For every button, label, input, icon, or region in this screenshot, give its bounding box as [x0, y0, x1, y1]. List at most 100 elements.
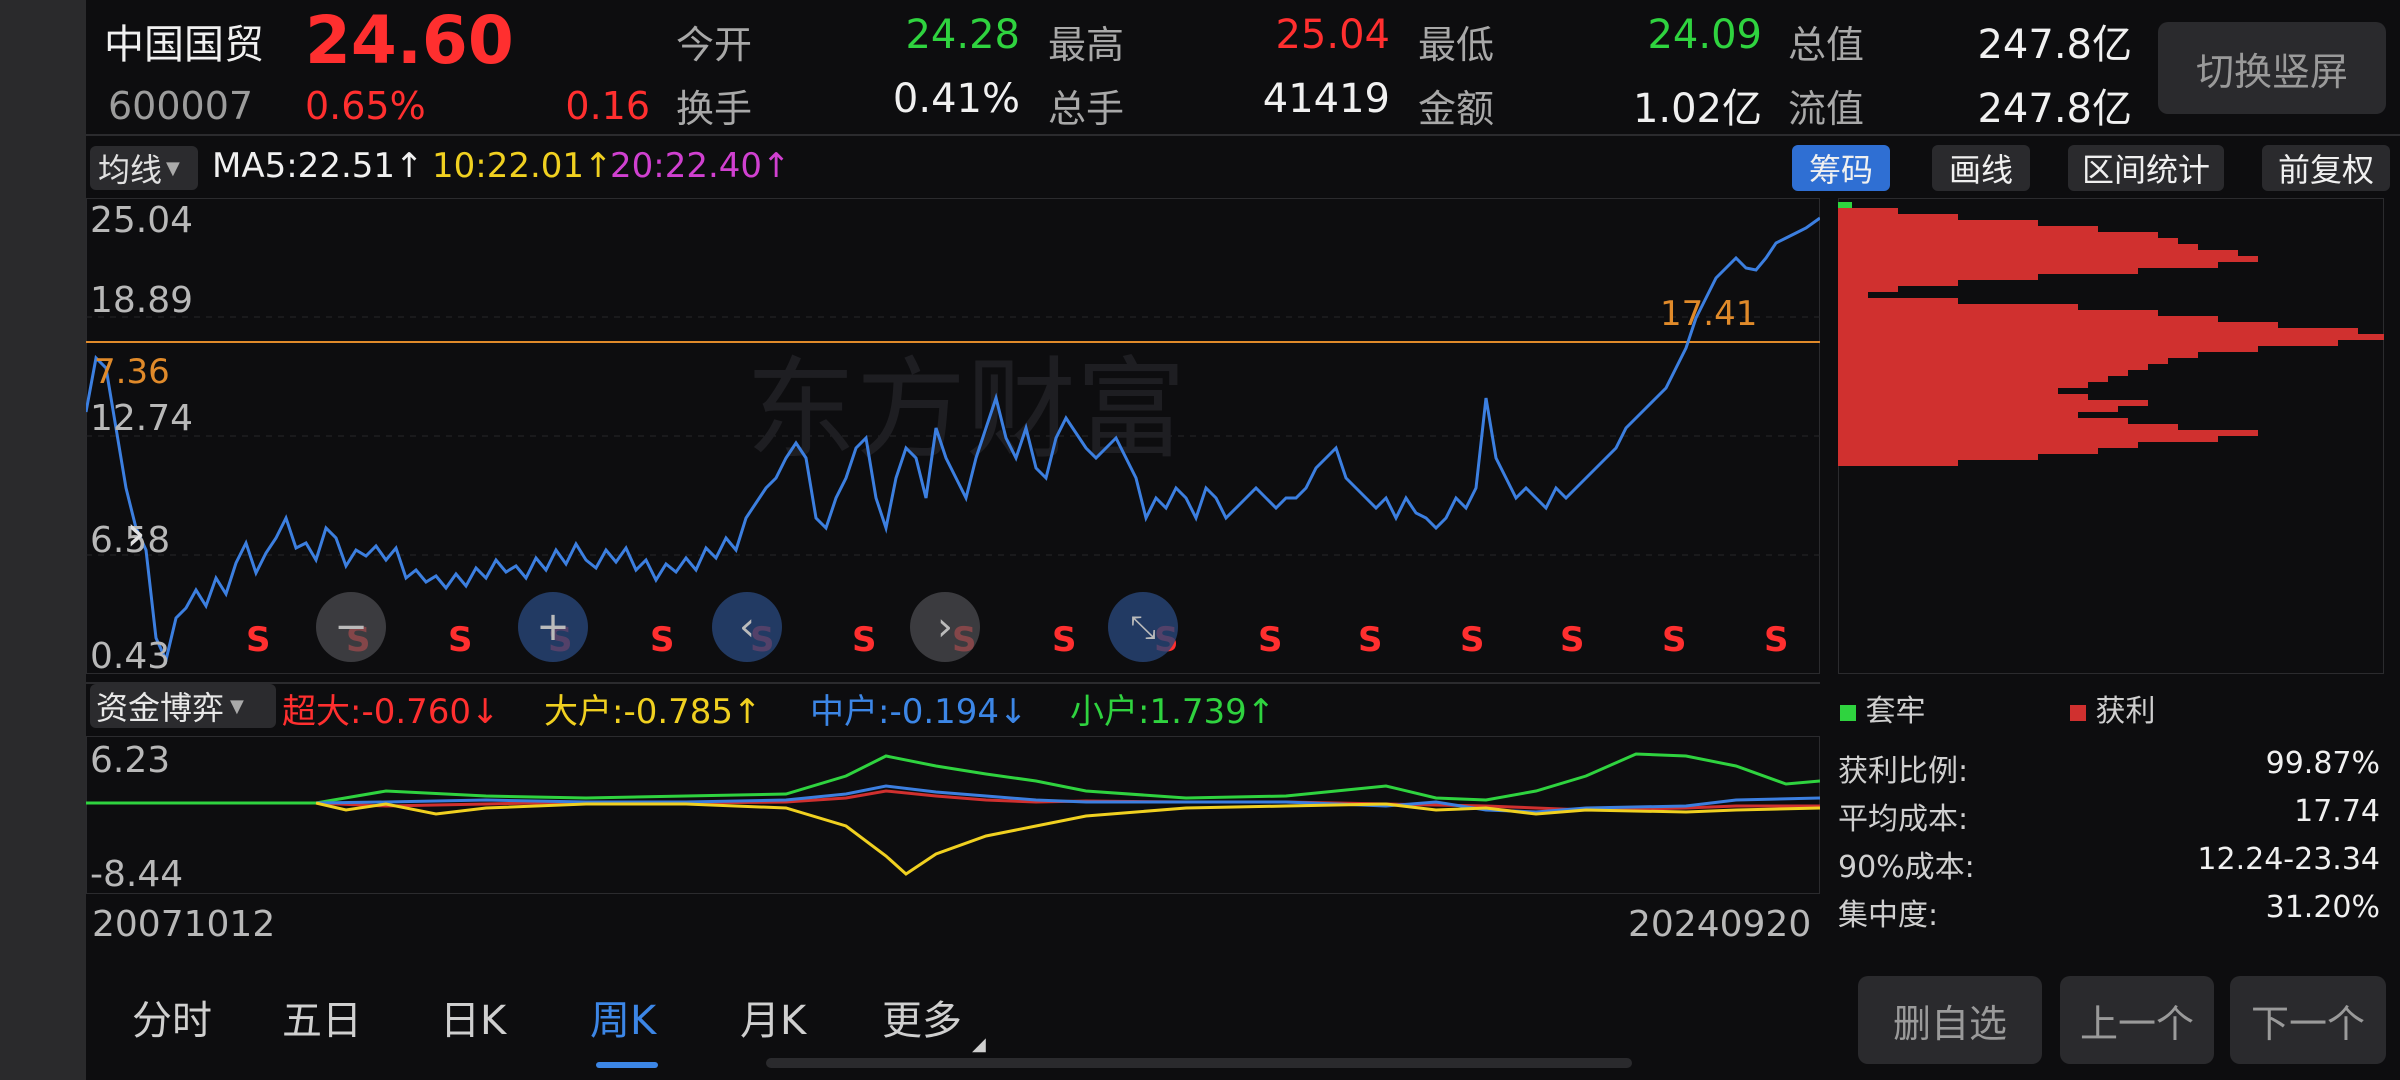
sell-marker: S	[1258, 620, 1283, 660]
stat-label-amount: 金额	[1418, 87, 1495, 131]
ma10-value: 10:22.01↑	[432, 146, 613, 186]
stat-label-total-cap: 总值	[1788, 23, 1865, 67]
sell-marker: S	[1560, 620, 1585, 660]
ref-line-right-label: 17.41	[1660, 294, 1758, 334]
capital-select-dropdown[interactable]: 资金博弈 ▼	[90, 684, 276, 728]
profit-square-icon	[2070, 705, 2086, 721]
legend-profit: 获利	[2070, 686, 2156, 730]
chip-chips-button[interactable]: 筹码	[1792, 145, 1890, 191]
sell-marker: S	[1764, 620, 1789, 660]
sell-marker: S	[448, 620, 473, 660]
chevron-down-icon: ▼	[230, 695, 244, 717]
chevron-right-icon[interactable]: ›	[910, 592, 980, 662]
capital-select-label: 资金博弈	[96, 689, 225, 727]
next-stock-button[interactable]: 下一个	[2230, 976, 2386, 1064]
chip-draw-line-button[interactable]: 画线	[1932, 145, 2030, 191]
chevron-down-icon: ▼	[166, 157, 180, 179]
small-value: 小户:1.739↑	[1070, 692, 1276, 732]
profit-ratio-label: 获利比例:	[1838, 754, 1969, 789]
remove-watchlist-button[interactable]: 删自选	[1858, 976, 2042, 1064]
sell-marker: S	[852, 620, 877, 660]
stat-value-total-cap: 247.8亿	[1977, 22, 2132, 68]
y-tick: 12.74	[90, 398, 194, 439]
stock-name: 中国国贸	[104, 22, 264, 68]
collapse-icon[interactable]: ⤡	[1108, 592, 1178, 662]
medium-value: 中户:-0.194↓	[810, 692, 1028, 732]
chip-distribution-panel	[1837, 197, 2385, 675]
chevron-left-icon[interactable]: ‹	[712, 592, 782, 662]
cost-90-value: 12.24-23.34	[2197, 842, 2380, 877]
stat-label-volume: 总手	[1048, 87, 1125, 131]
ma20-value: 20:22.40↑	[610, 146, 791, 186]
legend-trapped-label: 套牢	[1865, 694, 1926, 729]
stat-label-high: 最高	[1048, 23, 1125, 67]
y-tick: 18.89	[90, 280, 194, 321]
ma5-value: MA5:22.51↑	[212, 146, 424, 186]
stat-label-open: 今开	[676, 23, 753, 67]
ma-select-dropdown[interactable]: 均线 ▼	[90, 146, 198, 190]
left-edge-strip	[0, 0, 86, 1080]
large-value: 大户:-0.785↑	[544, 692, 762, 732]
tab-intraday[interactable]: 分时	[132, 988, 212, 1046]
stat-value-high: 25.04	[1275, 12, 1390, 58]
avg-cost-label: 平均成本:	[1838, 802, 1969, 837]
tab-daily-k[interactable]: 日K	[440, 988, 506, 1046]
minus-icon[interactable]: −	[316, 592, 386, 662]
ma-select-label: 均线	[98, 151, 163, 189]
sell-marker: S	[246, 620, 271, 660]
change-percent: 0.65%	[305, 84, 426, 128]
concentration-value: 31.20%	[2265, 890, 2380, 925]
sell-marker: S	[1358, 620, 1383, 660]
plus-icon[interactable]: +	[518, 592, 588, 662]
stat-label-turnover: 换手	[676, 87, 753, 131]
chip-range-stats-button[interactable]: 区间统计	[2068, 145, 2224, 191]
switch-portrait-button[interactable]: 切换竖屏	[2158, 22, 2386, 114]
date-end: 20240920	[1628, 904, 1812, 945]
expand-panel-icon[interactable]: ›	[126, 504, 146, 562]
stat-label-low: 最低	[1418, 23, 1495, 67]
sell-marker: S	[1052, 620, 1077, 660]
capital-chart[interactable]: 6.23 -8.44	[85, 735, 1821, 895]
stat-value-amount: 1.02亿	[1632, 86, 1762, 132]
chip-forward-adjust-button[interactable]: 前复权	[2262, 145, 2390, 191]
cost-90-label: 90%成本:	[1838, 850, 1975, 885]
more-corner-icon: ◢	[972, 1034, 986, 1055]
sell-marker: S	[650, 620, 675, 660]
stat-value-volume: 41419	[1262, 76, 1390, 122]
capital-chart-svg	[85, 735, 1821, 895]
sell-marker: S	[1662, 620, 1687, 660]
previous-stock-button[interactable]: 上一个	[2060, 976, 2214, 1064]
concentration-label: 集中度:	[1838, 898, 1939, 933]
sell-marker: S	[1460, 620, 1485, 660]
legend-trapped: 套牢	[1840, 686, 1926, 730]
chip-distribution-svg	[1837, 197, 2385, 675]
stat-value-low: 24.09	[1647, 12, 1762, 58]
scrollbar[interactable]	[766, 1058, 1632, 1068]
avg-cost-value: 17.74	[2294, 794, 2380, 829]
y-tick: 0.43	[90, 636, 171, 677]
capital-chart-frame	[85, 735, 1821, 895]
date-start: 20071012	[92, 904, 276, 945]
tab-more[interactable]: 更多	[882, 988, 962, 1046]
tab-weekly-k[interactable]: 周K	[590, 988, 656, 1046]
legend-profit-label: 获利	[2095, 694, 2156, 729]
tab-monthly-k[interactable]: 月K	[740, 988, 806, 1046]
stat-value-turnover: 0.41%	[892, 76, 1020, 122]
current-price: 24.60	[305, 2, 514, 79]
change-amount: 0.16	[565, 84, 650, 128]
trapped-square-icon	[1840, 705, 1856, 721]
tab-five-day[interactable]: 五日	[282, 988, 362, 1046]
stat-value-float-cap: 247.8亿	[1977, 86, 2132, 132]
capital-y-bottom: -8.44	[90, 854, 184, 895]
ref-line-left-label: 7.36	[94, 352, 170, 392]
price-chart[interactable]: 东方财富 25.04 18.89 12.74 6.58 0.43 7.36 17…	[86, 198, 1820, 677]
stock-code: 600007	[108, 84, 254, 128]
super-large-value: 超大:-0.760↓	[282, 692, 500, 732]
y-tick: 25.04	[90, 200, 194, 241]
header-divider	[86, 134, 2400, 136]
profit-ratio-value: 99.87%	[2265, 746, 2380, 781]
stat-label-float-cap: 流值	[1788, 87, 1865, 131]
watermark: 东方财富	[746, 346, 1186, 474]
stat-value-open: 24.28	[905, 12, 1020, 58]
active-tab-indicator	[596, 1062, 658, 1068]
